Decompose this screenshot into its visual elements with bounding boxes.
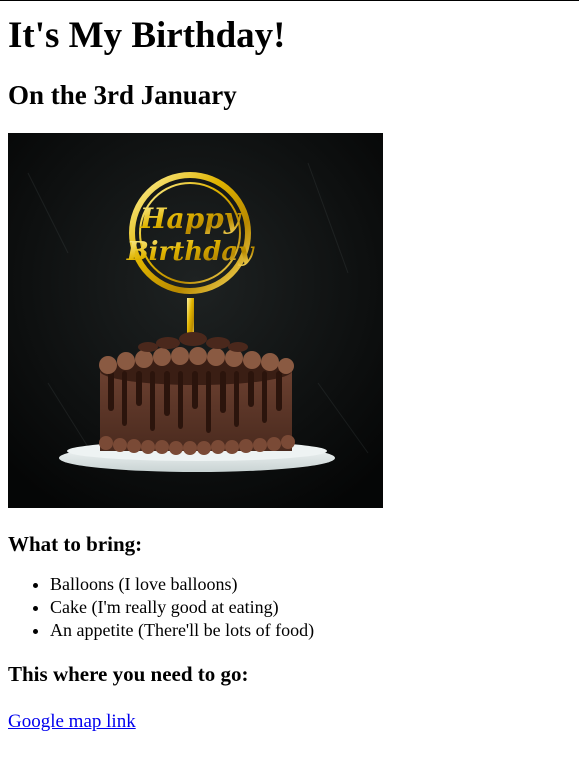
birthday-cake-image: Happy Birthday	[8, 133, 383, 508]
list-item: Cake (I'm really good at eating)	[50, 596, 571, 619]
page-title: It's My Birthday!	[8, 15, 286, 56]
location-heading: This where you need to go:	[8, 662, 249, 686]
google-map-link[interactable]: Google map link	[8, 710, 136, 733]
topper-birthday-text: Birthday	[126, 237, 255, 267]
list-item: Balloons (I love balloons)	[50, 573, 571, 596]
list-item: An appetite (There'll be lots of food)	[50, 619, 571, 642]
what-to-bring-heading: What to bring:	[8, 532, 143, 556]
top-border	[0, 0, 579, 1]
bring-list: Balloons (I love balloons) Cake (I'm rea…	[8, 573, 571, 642]
page-content: It's My Birthday! On the 3rd January Hap…	[0, 0, 579, 733]
topper-happy-text: Happy	[139, 202, 242, 235]
event-date: On the 3rd January	[8, 80, 237, 110]
